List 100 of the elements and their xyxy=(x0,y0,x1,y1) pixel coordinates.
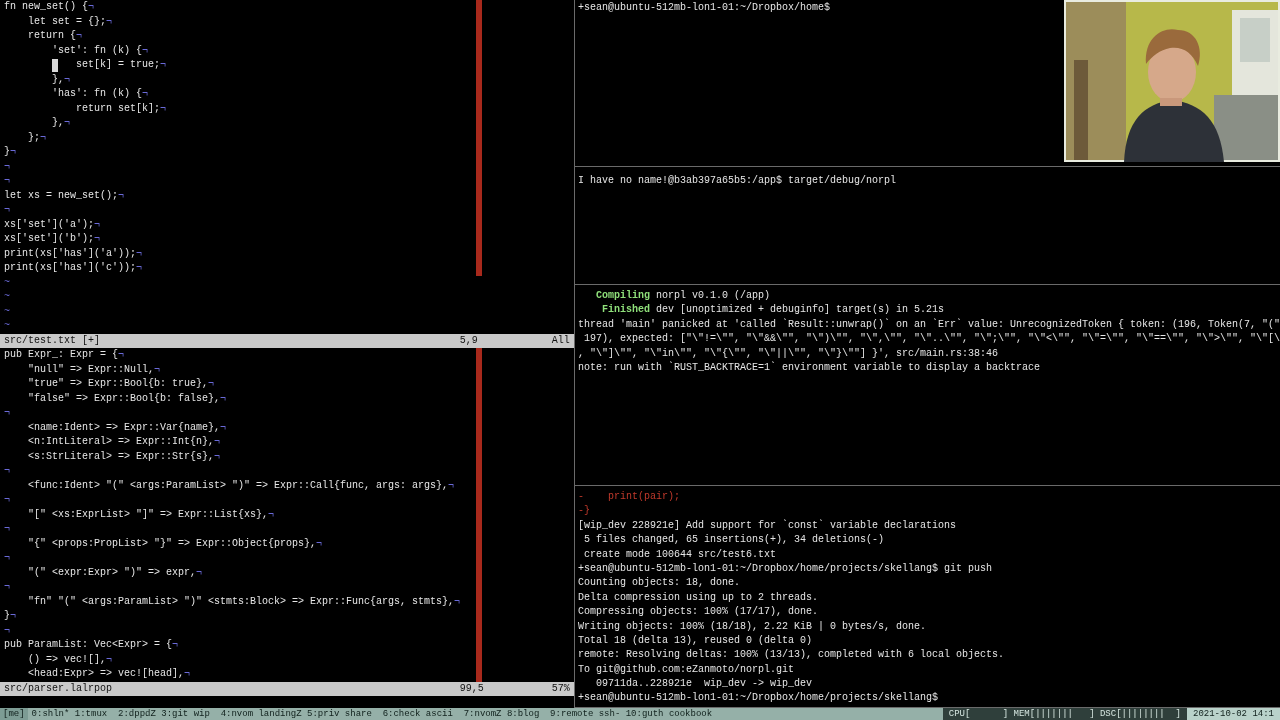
code-line: pub ParamList: Vec<Expr> = { xyxy=(4,638,173,652)
code-line: }, xyxy=(51,72,64,87)
terminal-line: 5 files changed, 65 insertions(+), 34 deletions(-) xyxy=(582,533,884,548)
code-line: "[" <xs:ExprList> "]" => Expr::List{xs}, xyxy=(27,507,269,522)
code-line: <s:StrLiteral> => Expr::Str{s}, xyxy=(27,449,215,464)
terminal-line: +sean@ubuntu-512mb-lon1-01:~/Dropbox/home/projects/skellang$ git push xyxy=(577,561,992,576)
file-name: src/test.txt [+] xyxy=(4,334,101,348)
terminal-line: , "\"]\"", "\"in\"", "\"{\"", "\"||\"", "\"}\""] }', src/main.rs:38:46 xyxy=(577,346,998,361)
code-line: "false" => Expr::Bool{b: false}, xyxy=(27,391,221,406)
scroll-position: All xyxy=(551,334,570,348)
end-of-line-marker: ¬ xyxy=(94,232,101,246)
end-of-line-marker: ¬ xyxy=(136,246,143,261)
end-of-line-marker: ¬ xyxy=(10,145,17,159)
terminal-line: +sean@ubuntu-512mb-lon1-01:~/Dropbox/home$ xyxy=(577,1,830,15)
code-line: "{" <props:PropList> "}" => Expr::Object{props}, xyxy=(27,536,317,551)
end-of-line-marker: ¬ xyxy=(118,348,125,362)
end-of-line-marker: ¬ xyxy=(136,261,143,275)
code-line: } xyxy=(4,609,10,623)
code-line: "true" => Expr::Bool{b: true}, xyxy=(27,377,209,391)
end-of-line-marker: ¬ xyxy=(268,507,275,522)
terminal-line: Writing objects: 100% (18/18), 2.22 KiB | 0 bytes/s, done. xyxy=(577,619,926,634)
end-of-line-marker: ¬ xyxy=(214,449,221,464)
code-line: } xyxy=(4,145,10,159)
file-name: src/parser.lalrpop xyxy=(4,682,114,696)
end-of-line-marker: ¬ xyxy=(106,652,113,667)
end-of-line-marker: ¬ xyxy=(142,43,149,58)
code-line: 'set': fn (k) { xyxy=(51,43,143,58)
terminal-line: note: run with `RUST_BACKTRACE=1` environment variable to display a backtrace xyxy=(577,360,1040,375)
terminal-line: I have no name!@b3ab397a65b5:/app$ target/debug/norpl xyxy=(577,174,896,188)
end-of-line-marker: ¬ xyxy=(118,188,125,203)
code-line: () => vec![], xyxy=(27,652,107,667)
code-line: fn new_set() { xyxy=(4,0,88,14)
code-line: xs['set']('a'); xyxy=(4,217,94,232)
empty-line-marker: ~ xyxy=(4,304,10,319)
terminal-line: remote: Resolving deltas: 100% (13/13), completed with 6 local objects. xyxy=(577,648,1004,663)
end-of-line-marker: ¬ xyxy=(40,130,47,145)
terminal-line: +sean@ubuntu-512mb-lon1-01:~/Dropbox/home/projects/skellang$ xyxy=(577,691,938,706)
end-of-line-marker: ¬ xyxy=(160,58,167,72)
code-line: <n:IntLiteral> => Expr::Int{n}, xyxy=(27,435,215,449)
end-of-line-marker: ¬ xyxy=(4,464,10,478)
empty-line-marker: ~ xyxy=(4,275,10,290)
end-of-line-marker: ¬ xyxy=(454,594,461,609)
end-of-line-marker: ¬ xyxy=(4,159,10,174)
terminal-line: 09711da..228921e wip_dev -> wip_dev xyxy=(594,677,812,692)
scroll-position: 57% xyxy=(551,682,570,696)
terminal-line: Compressing objects: 100% (17/17), done. xyxy=(577,605,818,620)
diff-removed-line: - print(pair); xyxy=(577,490,680,504)
end-of-line-marker: ¬ xyxy=(316,536,323,551)
build-status-label: Compiling xyxy=(594,289,650,303)
code-line: <func:Ident> "(" <args:ParamList> ")" => Expr::Call{func, args: args}, xyxy=(27,478,449,493)
terminal-line: Delta compression using up to 2 threads. xyxy=(577,590,818,605)
end-of-line-marker: ¬ xyxy=(448,478,455,493)
terminal-line: 197), expected: ["\"!=\"", "\"&&\"", "\")\"", "\",\"", "\"..\"", "\";\"", "\"<\"", "\"=\"", "\"==\"", "\">\"", "\"[\ xyxy=(582,332,1280,347)
terminal-line: [wip_dev 228921e] Add support for `const` variable declarations xyxy=(577,518,956,533)
end-of-line-marker: ¬ xyxy=(4,203,10,217)
end-of-line-marker: ¬ xyxy=(4,551,10,565)
diff-removed-line: -} xyxy=(577,504,590,519)
end-of-line-marker: ¬ xyxy=(4,522,10,536)
terminal-line: norpl v0.1.0 (/app) xyxy=(654,289,770,303)
code-line: let xs = new_set(); xyxy=(4,188,119,203)
end-of-line-marker: ¬ xyxy=(172,638,179,652)
code-line: return set[k]; xyxy=(75,101,161,116)
code-line: xs['set']('b'); xyxy=(4,232,94,246)
code-line: return { xyxy=(27,29,76,43)
end-of-line-marker: ¬ xyxy=(88,0,95,14)
terminal-line: create mode 100644 src/test6.txt xyxy=(582,547,776,562)
terminal-line: To git@github.com:eZanmoto/norpl.git xyxy=(577,662,794,677)
window-list: 0:shln* 1:tmux 2:dppdZ 3:git wip 4:nvom landingZ 5:priv share 6:check ascii 7:nvomZ 8:blog 9:remote ssh- 10:guth cookbook xyxy=(27,708,943,720)
end-of-line-marker: ¬ xyxy=(4,580,10,594)
code-line: let set = {}; xyxy=(27,14,107,29)
system-meters: CPU[ ] MEM[||||||| ] DSC[|||||||| ] xyxy=(942,708,1187,720)
end-of-line-marker: ¬ xyxy=(220,420,227,435)
code-line: 'has': fn (k) { xyxy=(51,87,143,101)
end-of-line-marker: ¬ xyxy=(160,101,167,116)
end-of-line-marker: ¬ xyxy=(64,72,71,87)
end-of-line-marker: ¬ xyxy=(4,406,10,420)
terminal-line: Counting objects: 18, done. xyxy=(577,576,740,591)
code-line: <head:Expr> => vec![head], xyxy=(27,667,185,681)
code-line: }; xyxy=(27,130,40,145)
end-of-line-marker: ¬ xyxy=(214,435,221,449)
code-line: }, xyxy=(51,116,64,130)
end-of-line-marker: ¬ xyxy=(142,87,149,101)
code-line: set[k] = true; xyxy=(75,58,161,72)
end-of-line-marker: ¬ xyxy=(4,493,10,507)
clock: 2021-10-02 14:1 xyxy=(1187,708,1280,720)
build-status-label: Finished xyxy=(600,303,650,318)
code-line: "(" <expr:Expr> ")" => expr, xyxy=(27,565,197,580)
session-name: [me] xyxy=(0,708,28,720)
end-of-line-marker: ¬ xyxy=(76,29,83,43)
end-of-line-marker: ¬ xyxy=(64,116,71,130)
end-of-line-marker: ¬ xyxy=(106,14,113,29)
terminal-line: Total 18 (delta 13), reused 0 (delta 0) xyxy=(577,633,812,648)
code-line: "fn" "(" <args:ParamList> ")" <stmts:Block> => Expr::Func{args, stmts}, xyxy=(27,594,455,609)
end-of-line-marker: ¬ xyxy=(10,609,17,623)
code-line: print(xs['has']('c')); xyxy=(4,261,137,275)
end-of-line-marker: ¬ xyxy=(4,623,10,638)
end-of-line-marker: ¬ xyxy=(94,217,101,232)
end-of-line-marker: ¬ xyxy=(154,362,161,377)
end-of-line-marker: ¬ xyxy=(208,377,215,391)
end-of-line-marker: ¬ xyxy=(4,174,10,188)
